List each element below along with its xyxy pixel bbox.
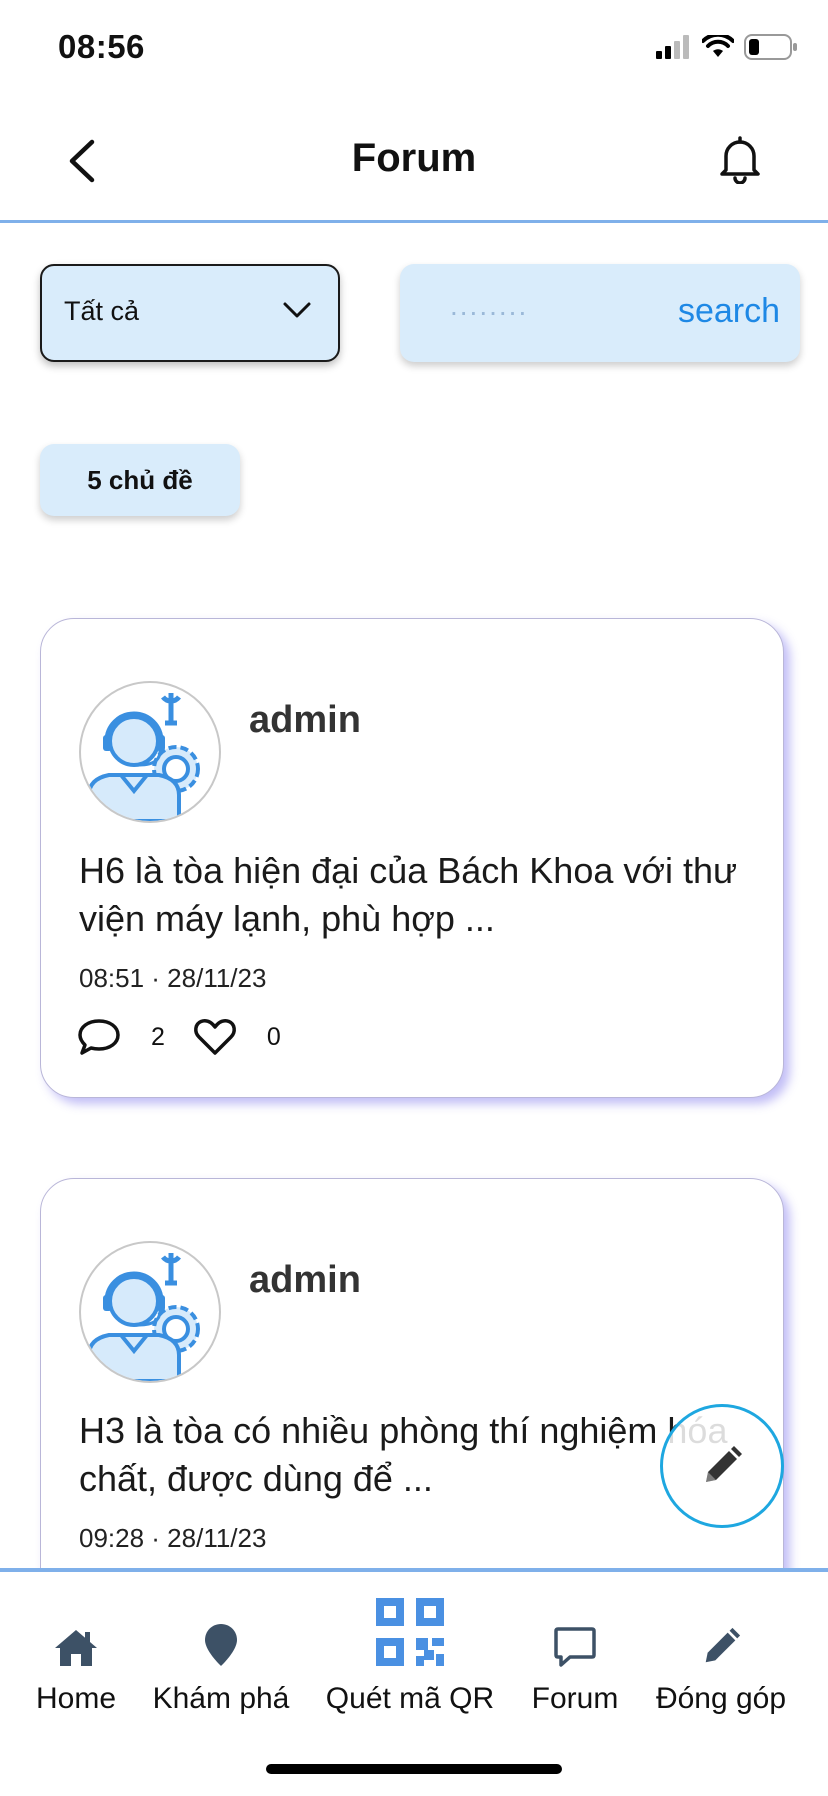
map-pin-icon (205, 1624, 237, 1666)
status-time: 08:56 (58, 28, 145, 65)
nav-label: Forum (531, 1682, 619, 1715)
nav-item-dong-gop[interactable]: Đóng góp (648, 1612, 794, 1716)
search-button[interactable]: search (678, 292, 780, 331)
post-author[interactable]: admin (249, 699, 361, 742)
home-indicator (266, 1764, 562, 1774)
avatar (79, 1241, 221, 1383)
notifications-button[interactable] (718, 134, 762, 185)
comment-icon[interactable] (77, 1017, 121, 1057)
wifi-icon (702, 35, 734, 57)
nav-item-qr[interactable]: Quét mã QR (318, 1596, 502, 1716)
avatar (79, 681, 221, 823)
nav-label: Đóng góp (655, 1682, 787, 1715)
post-timestamp: 09:28 · 28/11/23 (79, 1523, 267, 1553)
support-agent-avatar-icon (87, 693, 200, 821)
post-actions: 2 0 (77, 1017, 309, 1057)
topic-count-badge: 5 chủ đề (40, 444, 240, 516)
home-icon (55, 1630, 97, 1666)
post-timestamp: 08:51 · 28/11/23 (79, 963, 267, 993)
post-author[interactable]: admin (249, 1259, 361, 1302)
chevron-down-icon (283, 302, 311, 318)
nav-item-home[interactable]: Home (30, 1612, 122, 1716)
chat-bubble-icon (554, 1627, 596, 1667)
nav-label: Quét mã QR (325, 1682, 495, 1715)
search-input[interactable]: ........ (450, 290, 528, 322)
nav-label: Home (35, 1682, 117, 1715)
post-card[interactable]: admin H6 là tòa hiện đại của Bách Khoa v… (40, 618, 784, 1098)
bottom-nav: Home Khám phá Quét mã QR Forum Đóng góp (0, 1568, 828, 1796)
battery-icon (744, 34, 797, 60)
status-icons (656, 34, 798, 60)
header: Forum (0, 100, 828, 223)
post-excerpt: H6 là tòa hiện đại của Bách Khoa với thư… (79, 850, 738, 939)
filter-selected-value: Tất cả (64, 296, 140, 326)
comment-count: 2 (151, 1022, 165, 1051)
category-filter-dropdown[interactable]: Tất cả (40, 264, 340, 362)
post-excerpt: H3 là tòa có nhiều phòng thí nghiệm hóa … (79, 1410, 728, 1499)
status-bar: 08:56 (0, 0, 828, 100)
bell-icon (720, 136, 760, 185)
signal-icon (656, 35, 689, 59)
nav-item-forum[interactable]: Forum (526, 1612, 624, 1716)
pencil-icon (705, 1627, 741, 1663)
new-post-button[interactable] (660, 1404, 784, 1528)
like-count: 0 (266, 1022, 281, 1051)
support-agent-avatar-icon (87, 1253, 200, 1381)
qr-code-icon (376, 1598, 444, 1666)
nav-label: Khám phá (152, 1682, 290, 1715)
pencil-icon (706, 1446, 742, 1482)
page-title: Forum (351, 136, 477, 180)
heart-icon[interactable] (193, 1017, 237, 1057)
search-box[interactable]: ........ search (400, 264, 800, 362)
nav-item-kham-pha[interactable]: Khám phá (148, 1612, 294, 1716)
